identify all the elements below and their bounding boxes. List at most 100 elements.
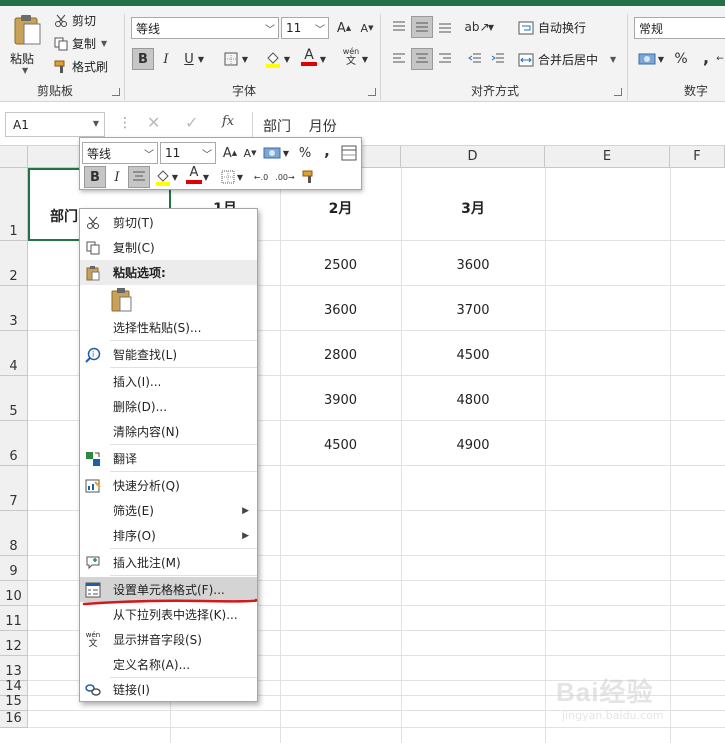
menu-item-translate[interactable]: 翻译 bbox=[80, 446, 257, 471]
chevron-down-icon[interactable]: ▼ bbox=[201, 166, 211, 188]
cell-c-value[interactable]: 2500 bbox=[280, 258, 401, 273]
insert-function-icon[interactable]: fx bbox=[222, 114, 234, 129]
paste-clipboard-icon[interactable] bbox=[110, 287, 134, 313]
align-center-icon[interactable] bbox=[411, 48, 433, 70]
dialog-launcher-icon[interactable] bbox=[614, 88, 622, 96]
menu-item-sort[interactable]: 排序(O) ▶ bbox=[80, 523, 257, 548]
cell-d-value[interactable]: 4800 bbox=[401, 393, 545, 408]
enter-icon[interactable]: ✓ bbox=[185, 113, 198, 132]
menu-item-smart-lookup[interactable]: i 智能查找(L) bbox=[80, 342, 257, 367]
align-middle-icon[interactable] bbox=[411, 16, 433, 38]
merge-center-button[interactable]: 合并后居中 ▼ bbox=[518, 51, 616, 68]
cell-d-value[interactable]: 3700 bbox=[401, 303, 545, 318]
row-header[interactable]: 9 bbox=[0, 556, 28, 581]
chevron-down-icon[interactable]: ▼ bbox=[318, 48, 328, 70]
row-header[interactable]: 1 bbox=[0, 168, 28, 241]
mini-font-size-select[interactable]: 11 ﹀ bbox=[160, 142, 216, 164]
chevron-down-icon[interactable]: ▼ bbox=[360, 48, 370, 70]
cell-c-value[interactable]: 2800 bbox=[280, 348, 401, 363]
row-header[interactable]: 7 bbox=[0, 466, 28, 511]
paste-button[interactable]: 粘贴 ▼ bbox=[8, 12, 46, 78]
row-header[interactable]: 11 bbox=[0, 606, 28, 631]
align-left-icon[interactable] bbox=[388, 48, 410, 70]
decrease-font-icon[interactable]: A ▼ bbox=[356, 17, 378, 39]
chevron-down-icon[interactable]: ▼ bbox=[235, 166, 245, 188]
mini-format-cells-icon[interactable] bbox=[338, 142, 360, 164]
menu-item-quick-analysis[interactable]: 快速分析(Q) bbox=[80, 473, 257, 498]
row-header[interactable]: 6 bbox=[0, 421, 28, 466]
mini-decrease-font-icon[interactable]: A ▼ bbox=[239, 142, 261, 164]
menu-item-insert[interactable]: 插入(I)... bbox=[80, 369, 257, 394]
cancel-icon[interactable]: ✕ bbox=[147, 113, 160, 132]
wrap-text-button[interactable]: 自动换行 bbox=[518, 19, 586, 36]
cell-d-value[interactable]: 3600 bbox=[401, 258, 545, 273]
mini-percent-button[interactable]: % bbox=[294, 142, 316, 164]
align-right-icon[interactable] bbox=[434, 48, 456, 70]
select-all-corner[interactable] bbox=[0, 146, 28, 168]
increase-font-icon[interactable]: A ▲ bbox=[333, 17, 355, 39]
row-header[interactable]: 8 bbox=[0, 511, 28, 556]
fill-color-icon[interactable] bbox=[262, 48, 284, 70]
font-name-select[interactable]: 等线 ﹀ bbox=[131, 17, 279, 39]
number-format-select[interactable]: 常规 bbox=[634, 17, 725, 39]
cut-button[interactable]: 剪切 bbox=[54, 12, 96, 29]
chevron-down-icon[interactable]: ▼ bbox=[656, 48, 666, 70]
formula-input[interactable]: 部门 月份 bbox=[252, 112, 725, 137]
cell-a1[interactable]: 部门 bbox=[50, 206, 78, 226]
chevron-down-icon[interactable]: ▼ bbox=[170, 166, 180, 188]
mini-comma-button[interactable]: , bbox=[316, 140, 338, 162]
cell-c-value[interactable]: 3600 bbox=[280, 303, 401, 318]
mini-bold-button[interactable]: B bbox=[84, 166, 106, 188]
menu-item-insert-comment[interactable]: 插入批注(M) bbox=[80, 550, 257, 575]
row-header[interactable]: 10 bbox=[0, 581, 28, 606]
mini-increase-font-icon[interactable]: A ▲ bbox=[219, 142, 241, 164]
format-painter-button[interactable]: 格式刷 bbox=[54, 58, 108, 75]
copy-button[interactable]: 复制 ▼ bbox=[54, 35, 107, 52]
orientation-icon[interactable]: ab↗ bbox=[464, 16, 489, 38]
menu-item-show-phonetic[interactable]: wén 文 显示拼音字段(S) bbox=[80, 627, 257, 652]
menu-item-copy[interactable]: 复制(C) bbox=[80, 235, 257, 260]
row-header[interactable]: 12 bbox=[0, 631, 28, 656]
menu-item-define-name[interactable]: 定义名称(A)... bbox=[80, 652, 257, 677]
column-header-d[interactable]: D bbox=[401, 146, 545, 168]
italic-button[interactable]: I bbox=[155, 48, 177, 70]
column-header-f[interactable]: F bbox=[670, 146, 725, 168]
decrease-indent-icon[interactable] bbox=[464, 48, 486, 70]
borders-icon[interactable] bbox=[220, 48, 242, 70]
chevron-down-icon[interactable]: ▼ bbox=[281, 142, 291, 164]
menu-item-link[interactable]: 链接(I) bbox=[80, 677, 257, 702]
mini-font-name-select[interactable]: 等线 ﹀ bbox=[82, 142, 158, 164]
mini-decrease-decimal-icon[interactable]: .00→ bbox=[274, 166, 296, 188]
row-header[interactable]: 13 bbox=[0, 656, 28, 681]
comma-style-button[interactable]: , bbox=[695, 46, 717, 68]
cell-c-value[interactable]: 3900 bbox=[280, 393, 401, 408]
bold-button[interactable]: B bbox=[132, 48, 154, 70]
menu-item-filter[interactable]: 筛选(E) ▶ bbox=[80, 498, 257, 523]
dialog-launcher-icon[interactable] bbox=[368, 88, 376, 96]
cell-c1[interactable]: 2月 bbox=[280, 198, 401, 218]
accounting-format-icon[interactable] bbox=[636, 48, 658, 70]
chevron-down-icon[interactable]: ▼ bbox=[486, 16, 496, 38]
menu-item-cut[interactable]: 剪切(T) bbox=[80, 210, 257, 235]
name-box[interactable]: A1 ▼ bbox=[5, 112, 105, 137]
phonetic-guide-icon[interactable]: wén 文 bbox=[340, 46, 362, 68]
align-bottom-icon[interactable] bbox=[434, 16, 456, 38]
chevron-down-icon[interactable]: ▼ bbox=[196, 48, 206, 70]
row-header[interactable]: 3 bbox=[0, 286, 28, 331]
cell-d1[interactable]: 3月 bbox=[401, 198, 545, 218]
mini-increase-decimal-icon[interactable]: ←.0 bbox=[250, 166, 272, 188]
increase-decimal-icon[interactable]: ← bbox=[715, 48, 725, 70]
font-color-icon[interactable]: A bbox=[298, 46, 320, 68]
row-header[interactable]: 15 bbox=[0, 694, 28, 711]
row-header[interactable]: 5 bbox=[0, 376, 28, 421]
cell-d-value[interactable]: 4500 bbox=[401, 348, 545, 363]
menu-item-paste-special[interactable]: 选择性粘贴(S)... bbox=[80, 315, 257, 340]
mini-italic-button[interactable]: I bbox=[106, 166, 128, 188]
column-header-e[interactable]: E bbox=[545, 146, 670, 168]
dialog-launcher-icon[interactable] bbox=[112, 88, 120, 96]
chevron-down-icon[interactable]: ▼ bbox=[282, 48, 292, 70]
font-size-select[interactable]: 11 ﹀ bbox=[281, 17, 329, 39]
row-header[interactable]: 2 bbox=[0, 241, 28, 286]
mini-accounting-icon[interactable] bbox=[261, 142, 283, 164]
increase-indent-icon[interactable] bbox=[487, 48, 509, 70]
